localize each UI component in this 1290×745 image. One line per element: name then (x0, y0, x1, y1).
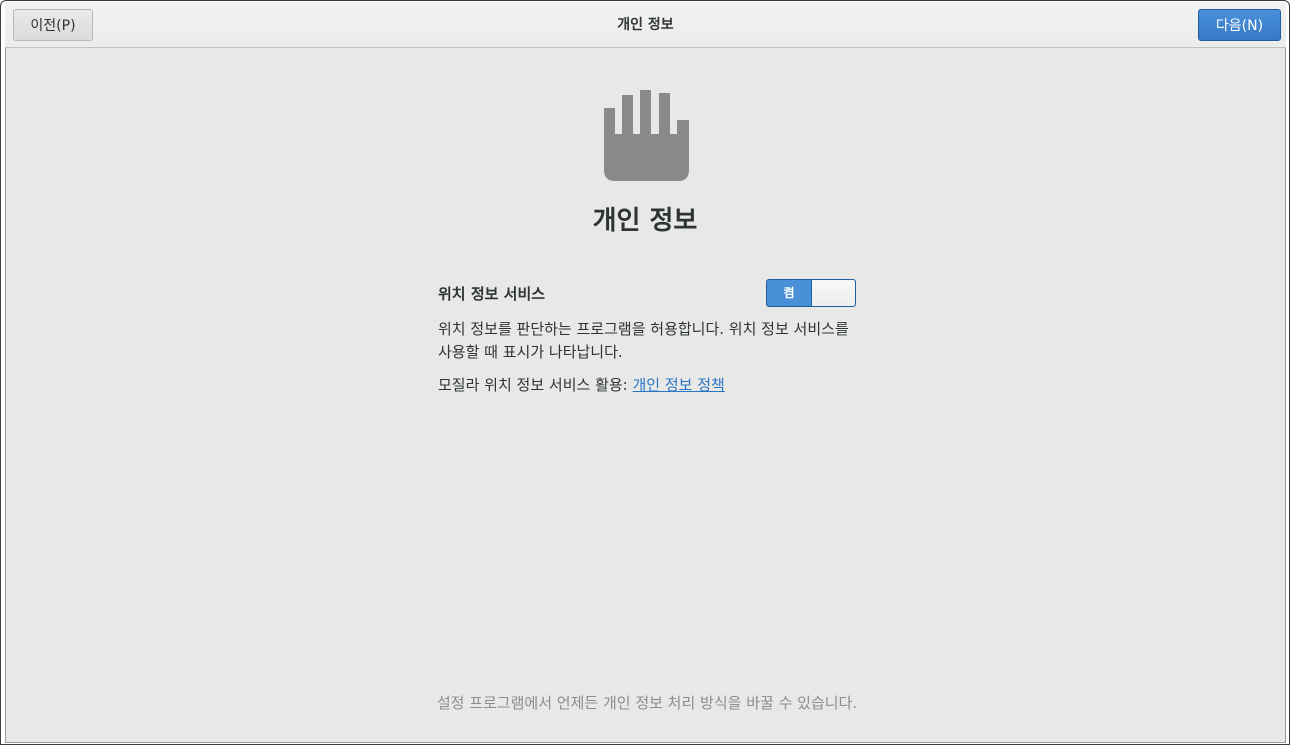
mozilla-location-prefix: 모질라 위치 정보 서비스 활용: (438, 376, 633, 394)
toggle-state-label: 켬 (783, 286, 795, 300)
privacy-policy-link[interactable]: 개인 정보 정책 (633, 376, 725, 394)
previous-button[interactable]: 이전(P) (13, 9, 93, 41)
window-title: 개인 정보 (617, 17, 674, 33)
location-services-toggle[interactable]: 켬 (766, 279, 856, 307)
mozilla-location-line: 모질라 위치 정보 서비스 활용: 개인 정보 정책 (438, 374, 725, 395)
hand-stop-icon (604, 90, 689, 181)
next-button[interactable]: 다음(N) (1198, 9, 1281, 41)
location-services-description: 위치 정보를 판단하는 프로그램을 허용합니다. 위치 정보 서비스를 사용할 … (438, 320, 849, 361)
page-title: 개인 정보 (592, 206, 698, 236)
footer-note: 설정 프로그램에서 언제든 개인 정보 처리 방식을 바꿀 수 있습니다. (436, 694, 858, 712)
header-bar: 개인 정보 이전(P) 다음(N) (5, 2, 1286, 48)
toggle-knob[interactable] (811, 280, 855, 306)
location-services-label: 위치 정보 서비스 (438, 285, 546, 303)
